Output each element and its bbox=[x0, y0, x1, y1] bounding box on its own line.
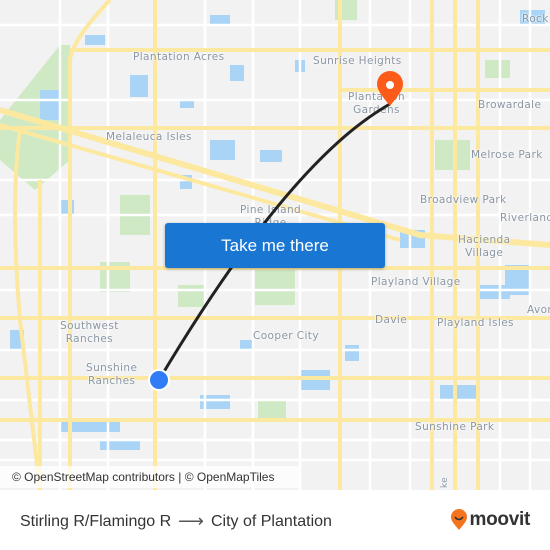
map-attribution[interactable]: © OpenStreetMap contributors | © OpenMap… bbox=[0, 466, 300, 488]
moovit-logo[interactable]: moovit bbox=[450, 509, 530, 531]
map[interactable]: Rock Plantation Acres Sunrise Heights Pl… bbox=[0, 0, 550, 490]
moovit-pin-icon bbox=[450, 509, 467, 530]
origin-marker bbox=[148, 369, 170, 391]
moovit-wordmark: moovit bbox=[469, 509, 531, 530]
take-me-there-button[interactable]: Take me there bbox=[165, 223, 385, 268]
footer: Stirling R/Flamingo R ⟶ City of Plantati… bbox=[0, 490, 550, 550]
origin-name: Stirling R/Flamingo R bbox=[20, 512, 172, 530]
arrow-right-icon: ⟶ bbox=[178, 511, 204, 531]
destination-name: City of Plantation bbox=[210, 512, 332, 530]
destination-pin-icon bbox=[377, 71, 403, 106]
route-summary: Stirling R/Flamingo R ⟶ City of Plantati… bbox=[20, 511, 332, 532]
